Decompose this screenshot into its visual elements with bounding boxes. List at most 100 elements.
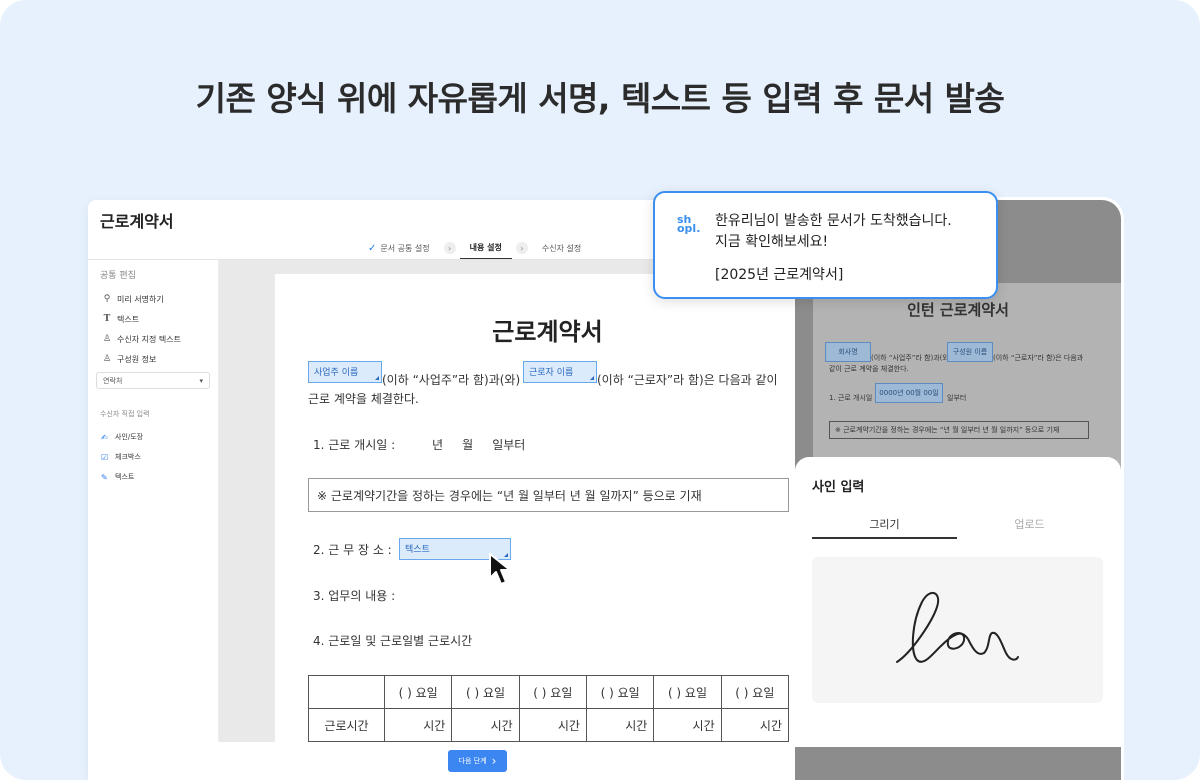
hours-cell: 시간 xyxy=(383,708,453,742)
table-row: 근로시간 시간 시간 시간 시간 시간 시간 xyxy=(308,708,790,742)
notification-cta: 지금 확인해보세요! xyxy=(715,234,829,250)
step-label: 문서 공통 설정 xyxy=(380,243,430,253)
step-recipient-settings[interactable]: 수신자 설정 xyxy=(532,236,591,260)
step-content-settings[interactable]: 내용 설정 xyxy=(459,236,512,260)
tab-draw[interactable]: 그리기 xyxy=(812,509,957,539)
hours-cell: 시간 xyxy=(518,708,587,742)
sidebar-item-sign-stamp[interactable]: ✍ 사인/도장 xyxy=(88,427,218,447)
table-cell xyxy=(308,675,385,709)
sidebar-item-label: 텍스트 xyxy=(115,473,135,481)
next-step-button[interactable]: 다음 단계 › xyxy=(448,750,507,772)
notification-message: 한유리님이 발송한 문서가 도착했습니다. xyxy=(715,213,952,229)
logo-text-bottom: opl. xyxy=(677,222,701,235)
sidebar-item-label: 텍스트 xyxy=(117,314,140,324)
phone-intro-text-2: (이하 “근로자”라 함)은 다음과 xyxy=(993,354,1084,362)
day-header-cell: ( ) 요일 xyxy=(383,675,453,709)
signature-tabs: 그리기 업로드 xyxy=(812,509,1103,539)
phone-start-suffix: 일부터 xyxy=(947,394,967,402)
sidebar-item-text[interactable]: T 텍스트 xyxy=(88,309,218,329)
work-hours-table: ( ) 요일 ( ) 요일 ( ) 요일 ( ) 요일 ( ) 요일 ( ) 요… xyxy=(308,675,790,742)
sidebar-item-label: 구성원 정보 xyxy=(117,354,157,364)
handwritten-signature xyxy=(896,592,1019,663)
text-icon: T xyxy=(103,314,111,324)
select-value: 연락처 xyxy=(103,376,123,385)
start-date-label: 1. 근로 개시일 : xyxy=(313,438,396,452)
headline: 기존 양식 위에 자유롭게 서명, 텍스트 등 입력 후 문서 발송 xyxy=(195,79,1005,118)
document-title: 근로계약서 xyxy=(492,318,603,346)
sidebar-item-label: 수신자 지정 텍스트 xyxy=(117,334,181,344)
notification-document-name: [2025년 근로계약서] xyxy=(715,267,844,283)
row-label-cell: 근로시간 xyxy=(308,708,385,742)
document-canvas: 근로계약서 사업주 이름 (이하 “사업주”라 함)과(와) 근로자 이름 (이… xyxy=(219,260,828,744)
start-date-value: 년 월 일부터 xyxy=(432,438,526,452)
step-label: 수신자 설정 xyxy=(541,243,582,253)
step-label: 내용 설정 xyxy=(469,242,502,252)
chevron-right-icon: › xyxy=(443,242,456,254)
phone-intro-text-1: (이하 “사업주”라 함)과(와) xyxy=(871,354,952,362)
chevron-right-icon: › xyxy=(515,242,528,254)
pencil-icon: ✎ xyxy=(101,472,108,482)
sidebar-item-label: 미리 서명하기 xyxy=(117,294,164,304)
phone-contract-note: ※ 근로계약기간을 정하는 경우에는 “년 월 일부터 년 월 일까지” 등으로… xyxy=(829,421,1089,439)
phone-start-date-label: 1. 근로 개시일 xyxy=(829,394,873,402)
step-common-settings[interactable]: ✓ 문서 공통 설정 xyxy=(358,236,440,260)
sidebar-item-label: 사인/도장 xyxy=(115,433,144,441)
tab-upload[interactable]: 업로드 xyxy=(957,509,1102,539)
page-background: 기존 양식 위에 자유롭게 서명, 텍스트 등 입력 후 문서 발송 근로계약서… xyxy=(0,0,1200,780)
checkbox-icon: ☑ xyxy=(101,452,109,462)
phone-document-preview: 인턴 근로계약서 회사명 (이하 “사업주”라 함)과(와) 구성원 이름 (이… xyxy=(813,283,1121,483)
user-text-icon: ♙ xyxy=(102,334,112,344)
hours-cell: 시간 xyxy=(585,708,655,742)
duty-label: 3. 업무의 내용 : xyxy=(313,589,396,603)
mouse-cursor-icon xyxy=(489,553,511,585)
sidebar-item-text-input[interactable]: ✎ 텍스트 xyxy=(88,467,218,487)
signature-sheet: 사인 입력 그리기 업로드 xyxy=(795,457,1121,747)
user-icon: ♙ xyxy=(102,354,112,364)
chevron-down-icon: ▾ xyxy=(199,376,203,385)
day-header-cell: ( ) 요일 xyxy=(518,675,587,709)
hours-cell: 시간 xyxy=(451,708,520,742)
shopl-logo: sh opl. xyxy=(677,214,703,235)
sidebar-header-recipient: 수신자 직접 입력 xyxy=(100,410,150,418)
hours-cell: 시간 xyxy=(653,708,722,742)
sidebar-item-presign[interactable]: ⚲ 미리 서명하기 xyxy=(88,289,218,309)
step-indicator: ✓ 문서 공통 설정 › 내용 설정 › 수신자 설정 xyxy=(358,236,591,260)
table-row: ( ) 요일 ( ) 요일 ( ) 요일 ( ) 요일 ( ) 요일 ( ) 요… xyxy=(308,675,790,709)
contract-period-note: ※ 근로계약기간을 정하는 경우에는 “년 월 일부터 년 월 일까지” 등으로… xyxy=(308,478,789,512)
stamp-icon: ⚲ xyxy=(103,294,111,304)
sidebar-header-common: 공통 편집 xyxy=(100,271,136,281)
sidebar: 공통 편집 ⚲ 미리 서명하기 T 텍스트 ♙ 수신자 지정 텍스트 ♙ 구성원… xyxy=(88,260,219,780)
phone-document-title: 인턴 근로계약서 xyxy=(907,301,1009,319)
sidebar-item-recipient-text[interactable]: ♙ 수신자 지정 텍스트 xyxy=(88,329,218,349)
intro-text-3: 근로 계약을 체결한다. xyxy=(308,392,419,406)
intro-text-2: (이하 “근로자”라 함)은 다음과 같이 xyxy=(597,373,778,387)
work-hours-label: 4. 근로일 및 근로일별 근로시간 xyxy=(313,634,473,648)
phone-intro-text-3: 같이 근로 계약을 체결한다. xyxy=(829,365,909,373)
bottom-bar: 다음 단계 › xyxy=(88,742,828,780)
company-name-field[interactable]: 회사명 xyxy=(825,342,871,362)
document-page: 근로계약서 사업주 이름 (이하 “사업주”라 함)과(와) 근로자 이름 (이… xyxy=(275,274,828,744)
next-step-label: 다음 단계 xyxy=(458,757,487,765)
member-info-select[interactable]: 연락처 ▾ xyxy=(96,372,210,389)
chevron-right-icon: › xyxy=(491,754,497,768)
day-header-cell: ( ) 요일 xyxy=(451,675,520,709)
sidebar-item-checkbox[interactable]: ☑ 체크박스 xyxy=(88,447,218,467)
signature-sheet-title: 사인 입력 xyxy=(812,480,865,495)
date-field[interactable]: 0000년 00월 00일 xyxy=(875,383,943,403)
sidebar-item-member-info[interactable]: ♙ 구성원 정보 xyxy=(88,349,218,369)
push-notification[interactable]: sh opl. 한유리님이 발송한 문서가 도착했습니다. 지금 확인해보세요!… xyxy=(653,191,998,299)
employer-name-field[interactable]: 사업주 이름 xyxy=(308,361,382,383)
workplace-label: 2. 근 무 장 소 : xyxy=(313,543,392,557)
day-header-cell: ( ) 요일 xyxy=(720,675,790,709)
signature-pad[interactable] xyxy=(812,557,1103,703)
intro-text-1: (이하 “사업주”라 함)과(와) xyxy=(382,373,521,387)
member-name-field[interactable]: 구성원 이름 xyxy=(947,342,993,362)
sign-stamp-icon: ✍ xyxy=(101,432,108,442)
hours-cell: 시간 xyxy=(720,708,790,742)
sidebar-item-label: 체크박스 xyxy=(115,453,141,461)
day-header-cell: ( ) 요일 xyxy=(653,675,722,709)
check-icon: ✓ xyxy=(368,242,377,254)
day-header-cell: ( ) 요일 xyxy=(585,675,655,709)
employee-name-field[interactable]: 근로자 이름 xyxy=(523,361,597,383)
window-title: 근로계약서 xyxy=(100,212,174,231)
